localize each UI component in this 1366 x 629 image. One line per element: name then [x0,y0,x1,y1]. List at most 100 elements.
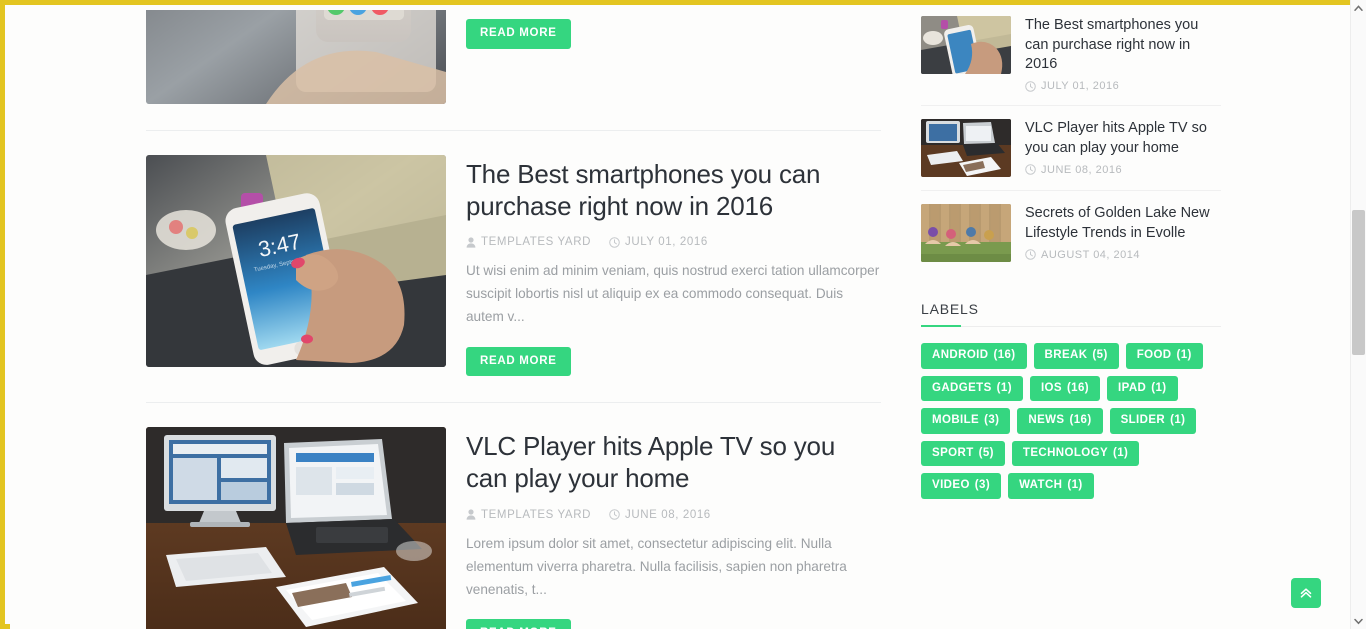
post-author-label: TEMPLATES YARD [481,236,592,249]
clock-icon [609,509,620,521]
hand-holding-white-iphone-image [146,10,446,104]
double-chevron-up-icon [1300,588,1312,598]
label-count: (1) [1176,349,1192,362]
read-more-button[interactable]: READ MORE [466,19,571,49]
label-chip-gadgets[interactable]: GADGETS (1) [921,375,1023,402]
recent-item-date-label: AUGUST 04, 2014 [1041,248,1141,261]
recent-item-date-label: JUNE 08, 2016 [1041,163,1123,176]
label-name: TECHNOLOGY [1022,446,1109,459]
main-post-list: Ut wisi enim ad minim veniam, quis nostr… [146,10,881,629]
chevron-down-icon [1354,618,1363,624]
post-author: TEMPLATES YARD [466,236,591,248]
recent-item-title[interactable]: VLC Player hits Apple TV so you can play… [1025,119,1221,158]
post-date: JUNE 08, 2016 [609,509,711,521]
recent-item-date: JULY 01, 2016 [1025,80,1221,92]
post-date-label: JULY 01, 2016 [625,236,708,249]
post-item: www.heritagechristiancollege.com VLC Pla… [146,403,881,629]
recent-item-text: VLC Player hits Apple TV so you can play… [1025,119,1221,175]
label-cloud: ANDROID (16) BREAK (5) FOOD (1) GADGETS (1) … [921,340,1221,499]
label-name: FOOD [1136,349,1172,362]
clock-icon [609,237,620,248]
post-item: 3:47 Tuesday, September 8 The Best smart… [146,131,881,404]
scroll-up-arrow[interactable] [1351,0,1366,16]
label-count: (1) [996,381,1012,394]
label-chip-slider[interactable]: SLIDER (1) [1109,408,1197,434]
recent-thumbnail[interactable] [921,16,1011,74]
hand-holding-iphone-desk-image [921,16,1011,74]
label-count: (16) [993,349,1016,362]
label-name: NEWS [1028,414,1065,427]
page-body: Ut wisi enim ad minim veniam, quis nostr… [10,10,1351,629]
label-chip-video[interactable]: VIDEO (3) [921,473,1002,499]
user-icon [466,237,476,248]
clock-icon [1025,80,1036,92]
recent-item-date: JUNE 08, 2016 [1025,164,1221,176]
post-item: Ut wisi enim ad minim veniam, quis nostr… [146,10,881,131]
post-excerpt: Lorem ipsum dolor sit amet, consectetur … [466,535,847,597]
content-wrapper: Ut wisi enim ad minim veniam, quis nostr… [146,10,1221,629]
read-more-button[interactable]: READ MORE [466,346,571,377]
recent-thumbnail[interactable] [921,204,1011,263]
label-chip-watch[interactable]: WATCH (1) [1008,473,1094,499]
post-title[interactable]: VLC Player hits Apple TV so you can play… [466,431,881,494]
label-chip-break[interactable]: BREAK (5) [1033,343,1119,369]
label-count: (5) [1092,349,1108,362]
label-count: (1) [1170,414,1186,427]
post-thumbnail[interactable]: www.heritagechristiancollege.com [146,427,446,629]
label-chip-food[interactable]: FOOD (1) [1125,343,1203,369]
recent-item-date: AUGUST 04, 2014 [1025,249,1221,261]
recent-list-item[interactable]: The Best smartphones you can purchase ri… [921,10,1221,107]
label-chip-technology[interactable]: TECHNOLOGY (1) [1011,440,1140,467]
imac-laptop-ipad-desk-image [921,119,1011,178]
post-body: The Best smartphones you can purchase ri… [466,155,881,377]
recent-in-sports-widget: RECENT IN SPORTS [921,10,1221,275]
friends-on-grass-fence-image [921,204,1011,263]
recent-item-text: The Best smartphones you can purchase ri… [1025,16,1221,92]
label-name: ANDROID [932,349,989,362]
label-count: (1) [1067,479,1083,492]
label-name: VIDEO [932,479,970,492]
label-chip-sport[interactable]: SPORT (5) [921,440,1005,467]
scrollbar-thumb[interactable] [1352,210,1365,355]
label-chip-android[interactable]: ANDROID (16) [921,343,1027,369]
label-count: (5) [978,446,994,459]
label-name: SPORT [932,446,974,459]
post-author: TEMPLATES YARD [466,509,591,521]
chevron-up-icon [1354,4,1363,11]
post-meta: TEMPLATES YARD JULY 01, 2016 [466,236,881,248]
label-chip-ios[interactable]: IOS (16) [1029,375,1101,402]
post-meta: TEMPLATES YARD JUNE 08, 2016 [466,509,881,521]
label-count: (1) [1113,446,1129,459]
recent-thumbnail[interactable] [921,119,1011,178]
label-name: IPAD [1118,381,1147,394]
scroll-down-arrow[interactable] [1351,613,1366,629]
label-name: BREAK [1044,349,1088,362]
label-name: GADGETS [932,381,992,394]
recent-item-text: Secrets of Golden Lake New Lifestyle Tre… [1025,204,1221,260]
back-to-top-button[interactable] [1291,578,1321,608]
recent-item-title[interactable]: Secrets of Golden Lake New Lifestyle Tre… [1025,204,1221,243]
post-author-label: TEMPLATES YARD [481,508,592,521]
clock-icon [1025,164,1036,175]
user-icon [466,509,476,520]
label-chip-mobile[interactable]: MOBILE (3) [921,408,1011,434]
post-thumbnail[interactable]: 3:47 Tuesday, September 8 [146,155,446,367]
sidebar: RECENT IN SPORTS [921,10,1221,629]
label-name: MOBILE [932,414,980,427]
recent-item-date-label: JULY 01, 2016 [1041,80,1120,93]
label-chip-ipad[interactable]: IPAD (1) [1107,375,1178,402]
post-body: Ut wisi enim ad minim veniam, quis nostr… [466,10,881,104]
browser-viewport-frame: Ut wisi enim ad minim veniam, quis nostr… [0,0,1366,629]
vertical-scrollbar[interactable] [1350,0,1366,629]
recent-item-title[interactable]: The Best smartphones you can purchase ri… [1025,16,1221,75]
label-name: WATCH [1019,479,1063,492]
widget-title: LABELS [921,301,1221,328]
recent-list-item[interactable]: Secrets of Golden Lake New Lifestyle Tre… [921,191,1221,275]
post-thumbnail[interactable] [146,10,446,104]
recent-list-item[interactable]: VLC Player hits Apple TV so you can play… [921,106,1221,192]
label-chip-news[interactable]: NEWS (16) [1017,408,1103,434]
read-more-button[interactable]: READ MORE [466,619,571,629]
label-count: (3) [974,479,991,492]
post-date: JULY 01, 2016 [609,236,708,248]
post-title[interactable]: The Best smartphones you can purchase ri… [466,159,881,222]
